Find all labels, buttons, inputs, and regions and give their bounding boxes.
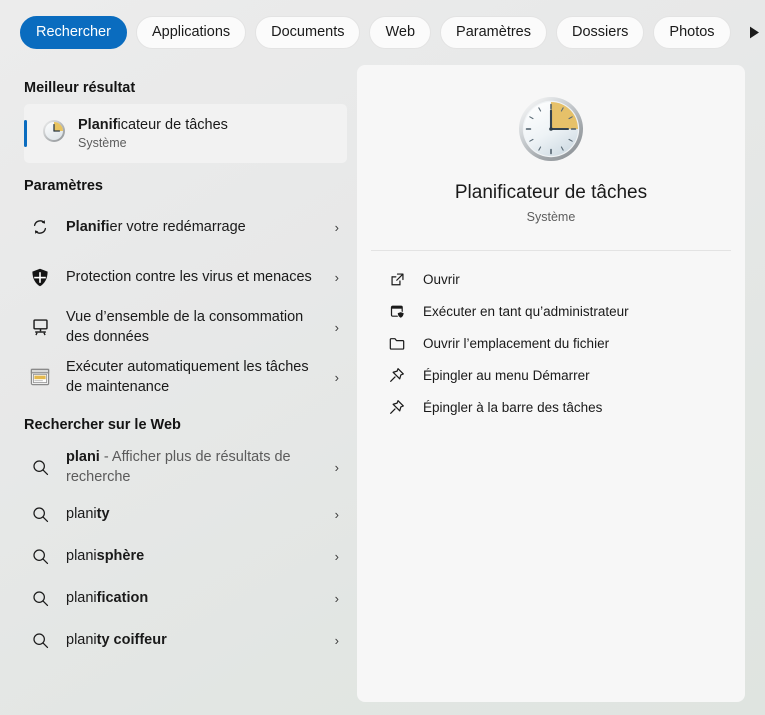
action-label: Ouvrir (423, 271, 460, 287)
tab-parametres[interactable]: Paramètres (440, 16, 547, 49)
web-suggestions-list: plani - Afficher plus de résultats de re… (0, 441, 357, 661)
preview-subtitle: Système (526, 210, 576, 224)
open-external-icon (387, 272, 407, 287)
tab-photos[interactable]: Photos (653, 16, 731, 49)
tab-rechercher[interactable]: Rechercher (20, 16, 127, 49)
settings-item-label: Vue d’ensemble de la consommation des do… (66, 309, 304, 345)
action-label: Épingler au menu Démarrer (423, 367, 590, 383)
folder-icon (387, 336, 407, 351)
search-filter-tabbar: Rechercher Applications Documents Web Pa… (0, 0, 765, 65)
action-executer-admin[interactable]: Exécuter en tant qu’administrateur (357, 295, 745, 327)
action-label: Exécuter en tant qu’administrateur (423, 303, 629, 319)
selection-indicator (24, 120, 27, 147)
settings-item-protection-virus[interactable]: Protection contre les virus et menaces › (0, 252, 357, 302)
best-result-title: Planificateur de tâches (78, 116, 228, 133)
tab-applications[interactable]: Applications (135, 16, 247, 49)
search-icon (28, 459, 52, 476)
web-suggestion-label: plani - Afficher plus de résultats de re… (66, 449, 291, 485)
play-triangle-icon[interactable] (749, 18, 760, 48)
search-flyout: Rechercher Applications Documents Web Pa… (0, 0, 765, 715)
settings-item-planifier-redemarrage[interactable]: Planifier votre redémarrage › (0, 202, 357, 252)
run-as-admin-icon (387, 304, 407, 319)
chevron-right-icon: › (334, 548, 339, 564)
settings-item-label: Exécuter automatiquement les tâches de m… (66, 359, 309, 395)
web-suggestion-planity[interactable]: planity › (0, 493, 357, 535)
settings-results-list: Planifier votre redémarrage › Protection… (0, 202, 357, 402)
pin-icon (387, 367, 407, 383)
search-icon (28, 632, 52, 649)
task-scheduler-clock-icon (357, 95, 745, 163)
preview-panel: Planificateur de tâches Système Ouvrir E… (357, 65, 745, 702)
chevron-right-icon: › (334, 590, 339, 606)
results-pane: Meilleur résultat Planificateur de tâche… (0, 65, 357, 715)
section-title-rechercher-web: Rechercher sur le Web (24, 417, 181, 433)
tab-web[interactable]: Web (369, 16, 432, 49)
shield-icon (28, 268, 52, 287)
pin-icon (387, 399, 407, 415)
preview-action-list: Ouvrir Exécuter en tant qu’administrateu… (357, 251, 745, 423)
web-suggestion-planisphere[interactable]: planisphère › (0, 535, 357, 577)
task-scheduler-clock-icon (42, 119, 66, 148)
web-suggestion-planity-coiffeur[interactable]: planity coiffeur › (0, 619, 357, 661)
best-result-subtitle: Système (78, 135, 127, 150)
web-suggestion-label: planity (66, 506, 110, 522)
section-title-parametres: Paramètres (24, 178, 103, 194)
web-suggestion-label: planification (66, 590, 149, 606)
section-title-best-result: Meilleur résultat (24, 80, 136, 96)
chevron-right-icon: › (334, 459, 339, 475)
settings-item-label: Planifier votre redémarrage (66, 219, 246, 235)
maintenance-window-icon (28, 368, 52, 386)
action-epingler-barre-taches[interactable]: Épingler à la barre des tâches (357, 391, 745, 423)
web-suggestion-label: planity coiffeur (66, 632, 167, 648)
web-suggestion-label: planisphère (66, 548, 145, 564)
refresh-icon (28, 218, 52, 236)
action-ouvrir[interactable]: Ouvrir (357, 263, 745, 295)
settings-item-consommation-donnees[interactable]: Vue d’ensemble de la consommation des do… (0, 302, 357, 352)
chevron-right-icon: › (334, 369, 339, 385)
search-icon (28, 548, 52, 565)
chevron-right-icon: › (334, 506, 339, 522)
action-label: Épingler à la barre des tâches (423, 399, 603, 415)
chevron-right-icon: › (334, 319, 339, 335)
chevron-right-icon: › (334, 269, 339, 285)
preview-title: Planificateur de tâches (454, 182, 648, 203)
web-suggestion-afficher-plus[interactable]: plani - Afficher plus de résultats de re… (0, 441, 357, 493)
action-epingler-demarrer[interactable]: Épingler au menu Démarrer (357, 359, 745, 391)
data-usage-monitor-icon (28, 318, 52, 337)
chevron-right-icon: › (334, 219, 339, 235)
tab-dossiers[interactable]: Dossiers (556, 16, 645, 49)
preview-header: Planificateur de tâches Système (357, 65, 745, 224)
best-result-item[interactable]: Planificateur de tâches Système (24, 104, 347, 163)
best-result-text: Planificateur de tâches Système (78, 117, 228, 151)
search-icon (28, 506, 52, 523)
web-suggestion-planification[interactable]: planification › (0, 577, 357, 619)
action-ouvrir-emplacement[interactable]: Ouvrir l’emplacement du fichier (357, 327, 745, 359)
tab-documents[interactable]: Documents (255, 16, 361, 49)
search-icon (28, 590, 52, 607)
settings-item-taches-maintenance[interactable]: Exécuter automatiquement les tâches de m… (0, 352, 357, 402)
action-label: Ouvrir l’emplacement du fichier (423, 335, 610, 351)
settings-item-label: Protection contre les virus et menaces (66, 269, 312, 285)
chevron-right-icon: › (334, 632, 339, 648)
